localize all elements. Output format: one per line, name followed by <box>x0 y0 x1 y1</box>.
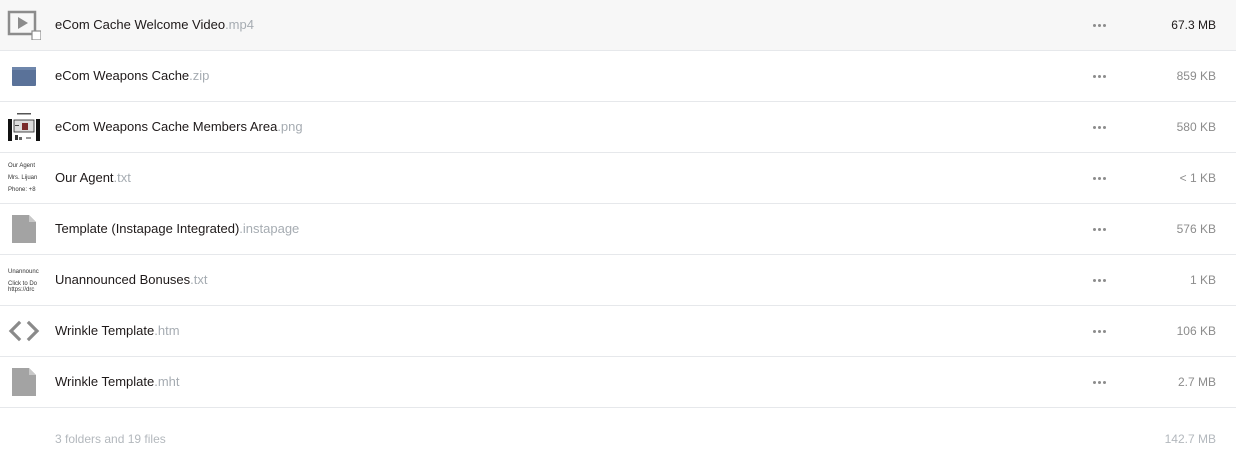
file-row[interactable]: Wrinkle Template.mht 2.7 MB <box>0 357 1236 408</box>
list-footer: 3 folders and 19 files 142.7 MB <box>0 408 1236 468</box>
file-basename: Our Agent <box>55 170 114 185</box>
file-row[interactable]: eCom Cache Welcome Video.mp4 67.3 MB <box>0 0 1236 51</box>
file-size: 859 KB <box>1176 69 1216 83</box>
file-row[interactable]: Unannounc Click to Do https://drc Unanno… <box>0 255 1236 306</box>
file-extension: .mht <box>154 374 180 389</box>
file-name[interactable]: Template (Instapage Integrated).instapag… <box>55 204 299 254</box>
file-row[interactable]: Wrinkle Template.htm 106 KB <box>0 306 1236 357</box>
file-extension: .txt <box>190 272 208 287</box>
file-extension: .mp4 <box>225 17 254 32</box>
item-count: 3 folders and 19 files <box>55 432 166 446</box>
more-options-icon[interactable] <box>1089 68 1109 84</box>
file-size: 2.7 MB <box>1177 375 1216 389</box>
file-basename: Wrinkle Template <box>55 374 155 389</box>
file-name[interactable]: eCom Cache Welcome Video.mp4 <box>55 0 254 50</box>
file-name[interactable]: Our Agent.txt <box>55 153 131 203</box>
file-extension: .instapage <box>239 221 300 236</box>
file-basename: eCom Weapons Cache <box>55 68 190 83</box>
file-extension: .txt <box>113 170 131 185</box>
more-options-icon[interactable] <box>1089 323 1109 339</box>
more-options-icon[interactable] <box>1089 170 1109 186</box>
text-thumbnail-icon: Our Agent Mrs. Lijuan Phone: +8 <box>6 162 42 194</box>
file-basename: eCom Cache Welcome Video <box>55 17 226 32</box>
image-thumbnail-icon <box>6 111 42 143</box>
more-options-icon[interactable] <box>1089 119 1109 135</box>
file-basename: Wrinkle Template <box>55 323 155 338</box>
zip-folder-icon <box>6 60 42 92</box>
file-name[interactable]: Wrinkle Template.htm <box>55 306 180 356</box>
file-row[interactable]: eCom Weapons Cache Members Area.png 580 … <box>0 102 1236 153</box>
file-name[interactable]: Unannounced Bonuses.txt <box>55 255 208 305</box>
file-size: < 1 KB <box>1179 171 1216 185</box>
text-thumbnail-icon: Unannounc Click to Do https://drc <box>6 264 42 296</box>
file-row[interactable]: Our Agent Mrs. Lijuan Phone: +8 Our Agen… <box>0 153 1236 204</box>
text-preview: Unannounc Click to Do https://drc <box>8 268 39 293</box>
file-row[interactable]: Template (Instapage Integrated).instapag… <box>0 204 1236 255</box>
file-size: 1 KB <box>1189 273 1216 287</box>
text-preview: Our Agent Mrs. Lijuan Phone: +8 <box>8 163 38 193</box>
file-list: eCom Cache Welcome Video.mp4 67.3 MB eCo… <box>0 0 1236 468</box>
more-options-icon[interactable] <box>1089 221 1109 237</box>
file-extension: .htm <box>154 323 180 338</box>
file-size: 106 KB <box>1176 324 1216 338</box>
file-name[interactable]: eCom Weapons Cache Members Area.png <box>55 102 303 152</box>
file-name[interactable]: Wrinkle Template.mht <box>55 357 180 407</box>
file-extension: .zip <box>189 68 210 83</box>
video-file-icon <box>6 9 42 41</box>
more-options-icon[interactable] <box>1089 272 1109 288</box>
file-size: 580 KB <box>1176 120 1216 134</box>
more-options-icon[interactable] <box>1089 17 1109 33</box>
generic-file-icon <box>6 366 42 398</box>
file-name[interactable]: eCom Weapons Cache.zip <box>55 51 209 101</box>
code-file-icon <box>6 315 42 347</box>
file-basename: Template (Instapage Integrated) <box>55 221 240 236</box>
generic-file-icon <box>6 213 42 245</box>
file-extension: .png <box>277 119 303 134</box>
more-options-icon[interactable] <box>1089 374 1109 390</box>
file-size: 576 KB <box>1176 222 1216 236</box>
file-row[interactable]: eCom Weapons Cache.zip 859 KB <box>0 51 1236 102</box>
total-size: 142.7 MB <box>1164 432 1216 446</box>
file-basename: Unannounced Bonuses <box>55 272 191 287</box>
file-size: 67.3 MB <box>1171 18 1216 32</box>
file-basename: eCom Weapons Cache Members Area <box>55 119 278 134</box>
